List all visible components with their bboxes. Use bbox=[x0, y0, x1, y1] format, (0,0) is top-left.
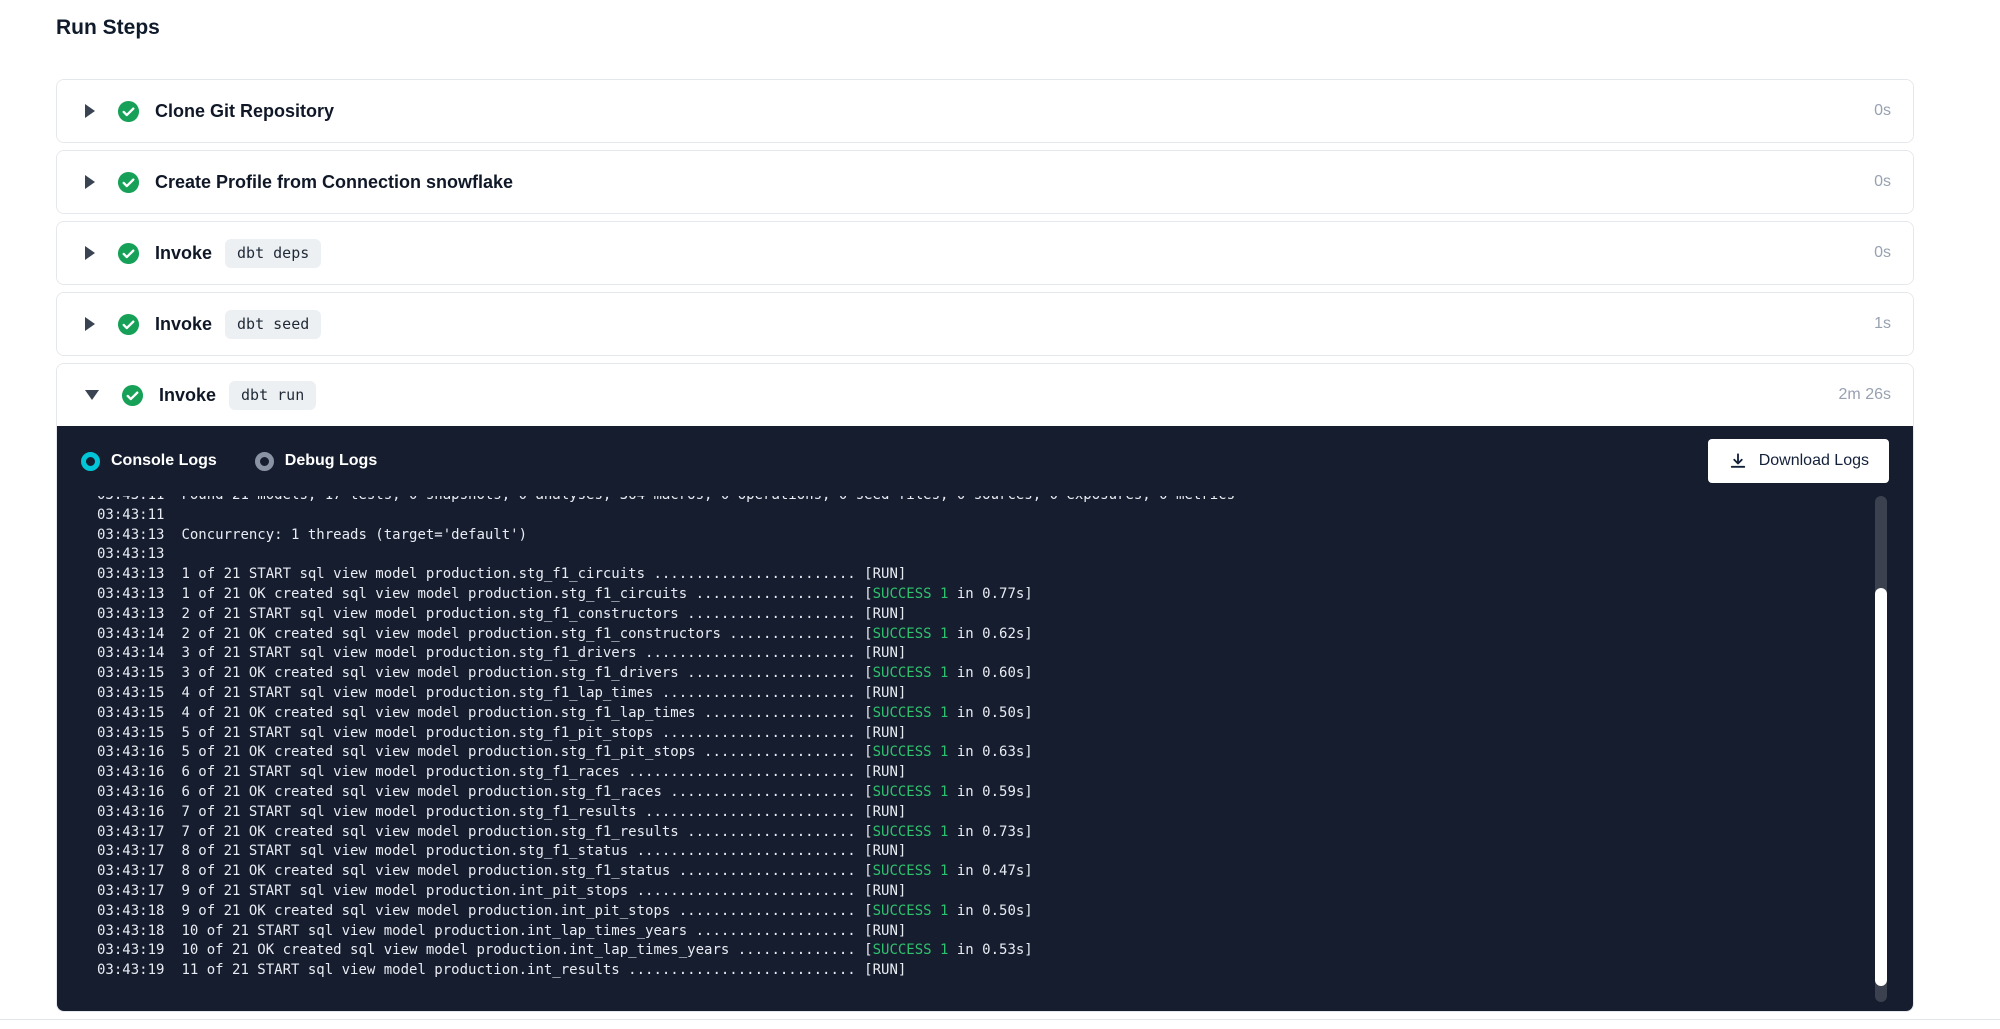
page-title: Run Steps bbox=[56, 16, 160, 40]
chevron-right-icon[interactable] bbox=[85, 175, 95, 189]
step-success-check-icon bbox=[121, 384, 144, 407]
log-line: 03:43:177 of 21 OK created sql view mode… bbox=[97, 823, 1889, 843]
step-duration: 0s bbox=[1874, 173, 1891, 191]
download-icon bbox=[1728, 451, 1748, 471]
step-card-invoke-dbt-run: Invoke dbt run 2m 26s Console Logs Debug… bbox=[56, 363, 1914, 1012]
chevron-down-icon[interactable] bbox=[85, 390, 99, 400]
download-logs-button[interactable]: Download Logs bbox=[1708, 439, 1889, 483]
step-command-badge: dbt deps bbox=[225, 239, 321, 268]
console-logs-label: Console Logs bbox=[111, 452, 217, 470]
radio-selected-icon[interactable] bbox=[81, 452, 100, 471]
step-card-invoke-dbt-deps: Invoke dbt deps 0s bbox=[56, 221, 1914, 285]
log-line: 03:43:166 of 21 START sql view model pro… bbox=[97, 763, 1889, 783]
step-label: Create Profile from Connection snowflake bbox=[155, 172, 513, 193]
step-card-clone-git-repository: Clone Git Repository 0s bbox=[56, 79, 1914, 143]
log-line: 03:43:155 of 21 START sql view model pro… bbox=[97, 724, 1889, 744]
step-command-badge: dbt run bbox=[229, 381, 316, 410]
log-scrollbar-thumb[interactable] bbox=[1875, 588, 1887, 986]
log-line: 03:43:167 of 21 START sql view model pro… bbox=[97, 803, 1889, 823]
bottom-divider bbox=[0, 1019, 2000, 1020]
log-line: 03:43:153 of 21 OK created sql view mode… bbox=[97, 664, 1889, 684]
step-label: Invoke bbox=[155, 243, 212, 264]
log-line: 03:43:178 of 21 START sql view model pro… bbox=[97, 842, 1889, 862]
step-row-create-profile[interactable]: Create Profile from Connection snowflake… bbox=[57, 151, 1913, 213]
log-line: 03:43:166 of 21 OK created sql view mode… bbox=[97, 783, 1889, 803]
console-logs-option[interactable]: Console Logs bbox=[81, 452, 217, 471]
step-label: Clone Git Repository bbox=[155, 101, 334, 122]
log-line: 03:43:178 of 21 OK created sql view mode… bbox=[97, 862, 1889, 882]
console-header: Console Logs Debug Logs Download Logs bbox=[81, 426, 1889, 496]
chevron-right-icon[interactable] bbox=[85, 104, 95, 118]
step-success-check-icon bbox=[117, 313, 140, 336]
step-duration: 2m 26s bbox=[1839, 386, 1891, 404]
log-line: 03:43:131 of 21 OK created sql view mode… bbox=[97, 585, 1889, 605]
step-card-invoke-dbt-seed: Invoke dbt seed 1s bbox=[56, 292, 1914, 356]
log-line: 03:43:131 of 21 START sql view model pro… bbox=[97, 565, 1889, 585]
log-scrollbar-track[interactable] bbox=[1875, 496, 1887, 1002]
log-content: 03:43:11Found 21 models, 17 tests, 0 sna… bbox=[97, 496, 1889, 981]
log-line: 03:43:11Found 21 models, 17 tests, 0 sna… bbox=[97, 496, 1889, 506]
debug-logs-label: Debug Logs bbox=[285, 452, 377, 470]
log-line: 03:43:143 of 21 START sql view model pro… bbox=[97, 644, 1889, 664]
log-line: 03:43:179 of 21 START sql view model pro… bbox=[97, 882, 1889, 902]
log-line: 03:43:1810 of 21 START sql view model pr… bbox=[97, 922, 1889, 942]
step-duration: 0s bbox=[1874, 244, 1891, 262]
step-success-check-icon bbox=[117, 242, 140, 265]
download-logs-label: Download Logs bbox=[1759, 452, 1869, 470]
log-line: 03:43:1911 of 21 START sql view model pr… bbox=[97, 961, 1889, 981]
log-line: 03:43:132 of 21 START sql view model pro… bbox=[97, 605, 1889, 625]
log-line: 03:43:154 of 21 OK created sql view mode… bbox=[97, 704, 1889, 724]
step-row-clone-git-repository[interactable]: Clone Git Repository 0s bbox=[57, 80, 1913, 142]
step-label: Invoke bbox=[155, 314, 212, 335]
step-row-invoke-dbt-run[interactable]: Invoke dbt run 2m 26s bbox=[57, 364, 1913, 426]
log-line: 03:43:165 of 21 OK created sql view mode… bbox=[97, 743, 1889, 763]
log-line: 03:43:154 of 21 START sql view model pro… bbox=[97, 684, 1889, 704]
step-row-invoke-dbt-deps[interactable]: Invoke dbt deps 0s bbox=[57, 222, 1913, 284]
log-line: 03:43:13Concurrency: 1 threads (target='… bbox=[97, 526, 1889, 546]
log-line: 03:43:1910 of 21 OK created sql view mod… bbox=[97, 941, 1889, 961]
step-duration: 0s bbox=[1874, 102, 1891, 120]
step-label: Invoke bbox=[159, 385, 216, 406]
log-line: 03:43:11 bbox=[97, 506, 1889, 526]
run-steps-list: Clone Git Repository 0s Create Profile f… bbox=[56, 79, 1914, 1012]
log-line: 03:43:142 of 21 OK created sql view mode… bbox=[97, 625, 1889, 645]
step-command-badge: dbt seed bbox=[225, 310, 321, 339]
chevron-right-icon[interactable] bbox=[85, 317, 95, 331]
step-card-create-profile: Create Profile from Connection snowflake… bbox=[56, 150, 1914, 214]
console-panel: Console Logs Debug Logs Download Logs 03… bbox=[57, 426, 1913, 1011]
console-log-output[interactable]: 03:43:11Found 21 models, 17 tests, 0 sna… bbox=[81, 496, 1889, 1004]
step-row-invoke-dbt-seed[interactable]: Invoke dbt seed 1s bbox=[57, 293, 1913, 355]
chevron-right-icon[interactable] bbox=[85, 246, 95, 260]
step-success-check-icon bbox=[117, 100, 140, 123]
radio-unselected-icon[interactable] bbox=[255, 452, 274, 471]
step-success-check-icon bbox=[117, 171, 140, 194]
log-line: 03:43:189 of 21 OK created sql view mode… bbox=[97, 902, 1889, 922]
step-duration: 1s bbox=[1874, 315, 1891, 333]
debug-logs-option[interactable]: Debug Logs bbox=[255, 452, 377, 471]
log-line: 03:43:13 bbox=[97, 545, 1889, 565]
